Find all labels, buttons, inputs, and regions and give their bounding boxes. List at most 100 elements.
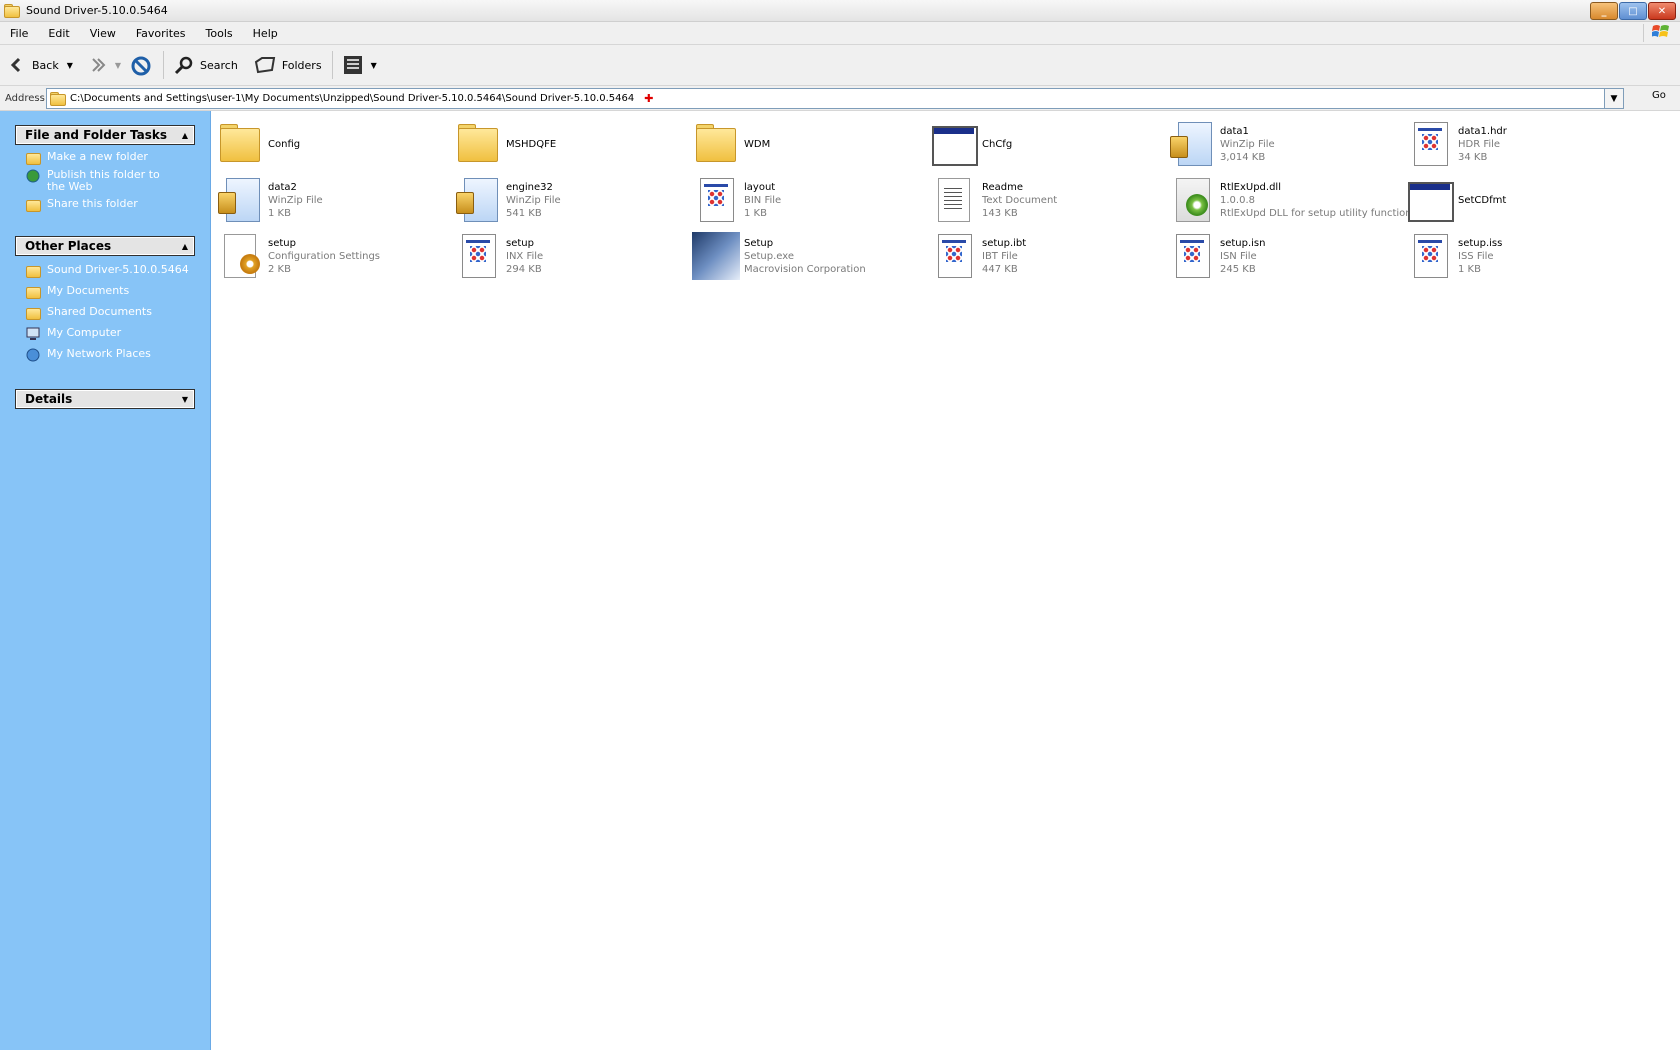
folders-label: Folders	[281, 58, 322, 72]
file-type: WinZip File	[1220, 138, 1275, 150]
place-my-network[interactable]: My Network Places	[26, 348, 210, 362]
file-text: Config	[268, 138, 300, 151]
new-folder-icon	[26, 151, 41, 165]
menu-favorites[interactable]: Favorites	[126, 27, 196, 40]
file-folder-tasks-header[interactable]: File and Folder Tasks ▲	[15, 125, 195, 145]
views-button[interactable]: ▼	[339, 50, 381, 80]
menu-view[interactable]: View	[80, 27, 126, 40]
expand-icon[interactable]: ▼	[182, 395, 188, 404]
file-item[interactable]: RtlExUpd.dll 1.0.0.8 RtlExUpd DLL for setu…	[1168, 172, 1412, 228]
file-name: engine32	[506, 181, 553, 193]
file-item[interactable]: WDM	[692, 116, 930, 172]
close-button[interactable]: ✕	[1648, 2, 1676, 20]
file-folder-tasks-list: Make a new folder Publish this folder to…	[0, 145, 210, 222]
place-shared-documents[interactable]: Shared Documents	[26, 306, 210, 320]
generic-file-icon	[1168, 232, 1216, 280]
menu-tools[interactable]: Tools	[196, 27, 243, 40]
place-my-computer[interactable]: My Computer	[26, 327, 210, 340]
task-make-new-folder[interactable]: Make a new folder	[26, 150, 210, 165]
folder-icon	[26, 285, 41, 299]
file-item[interactable]: setup Configuration Settings 2 KB	[216, 228, 454, 284]
file-size: 3,014 KB	[1220, 151, 1266, 163]
file-item[interactable]: data1.hdr HDR File 34 KB	[1406, 116, 1644, 172]
file-item[interactable]: SetCDfmt	[1406, 172, 1644, 228]
up-folder-icon	[131, 56, 151, 76]
globe-icon	[26, 169, 40, 183]
file-name: SetCDfmt	[1458, 194, 1507, 206]
file-name: data1.hdr	[1458, 125, 1507, 137]
title-bar[interactable]: Sound Driver-5.10.0.5464 _ □ ✕	[0, 0, 1680, 22]
file-item[interactable]: data2 WinZip File 1 KB	[216, 172, 454, 228]
menu-file[interactable]: File	[0, 27, 38, 40]
file-item[interactable]: ChCfg	[930, 116, 1168, 172]
winzip-file-icon	[454, 176, 502, 224]
other-places-header[interactable]: Other Places ▲	[15, 236, 195, 256]
collapse-icon[interactable]: ▲	[182, 131, 188, 140]
file-item[interactable]: data1 WinZip File 3,014 KB	[1168, 116, 1406, 172]
application-icon	[930, 120, 978, 168]
file-name: setup	[268, 237, 296, 249]
address-input[interactable]: C:\Documents and Settings\user-1\My Docu…	[46, 88, 1624, 109]
file-item[interactable]: setup.ibt IBT File 447 KB	[930, 228, 1168, 284]
forward-dropdown-icon[interactable]: ▼	[115, 61, 121, 70]
folder-icon	[216, 120, 264, 168]
go-button[interactable]: Go	[1652, 90, 1666, 101]
task-label: Make a new folder	[47, 150, 148, 163]
task-label: Share this folder	[47, 197, 138, 210]
file-name: WDM	[744, 138, 771, 150]
forward-button[interactable]: ▼	[85, 50, 125, 80]
place-label: My Documents	[47, 284, 130, 297]
file-size: 143 KB	[982, 207, 1018, 219]
place-my-documents[interactable]: My Documents	[26, 284, 210, 299]
file-item[interactable]: setup.iss ISS File 1 KB	[1406, 228, 1644, 284]
file-name: ChCfg	[982, 138, 1013, 150]
search-button[interactable]: Search	[170, 50, 242, 80]
up-folder-button[interactable]	[125, 50, 157, 80]
file-item[interactable]: MSHDQFE	[454, 116, 692, 172]
file-name: setup.isn	[1220, 237, 1266, 249]
file-item[interactable]: Readme Text Document 143 KB	[930, 172, 1168, 228]
panel-title: Other Places	[25, 239, 112, 253]
file-name: setup.ibt	[982, 237, 1027, 249]
views-list-icon	[343, 56, 362, 74]
file-item[interactable]: engine32 WinZip File 541 KB	[454, 172, 692, 228]
file-text: setup.ibt IBT File 447 KB	[982, 237, 1026, 276]
file-type: BIN File	[744, 194, 782, 206]
address-dropdown-icon[interactable]: ▼	[1604, 89, 1623, 108]
views-dropdown-icon[interactable]: ▼	[371, 61, 377, 70]
file-size: 294 KB	[506, 263, 542, 275]
task-publish-folder[interactable]: Publish this folder to the Web	[26, 169, 210, 193]
minimize-button[interactable]: _	[1590, 2, 1618, 20]
generic-file-icon	[1406, 120, 1454, 168]
file-item[interactable]: setup INX File 294 KB	[454, 228, 692, 284]
task-share-folder[interactable]: Share this folder	[26, 197, 210, 212]
toolbar-separator	[331, 51, 333, 79]
file-type: Configuration Settings	[268, 250, 381, 262]
back-button[interactable]: Back ▼	[4, 50, 77, 80]
file-list-view[interactable]: Config MSHDQFE WDM ChCfg data1 WinZip File 3,0…	[211, 111, 1680, 1050]
folders-button[interactable]: Folders	[250, 50, 326, 80]
file-item[interactable]: Setup Setup.exe Macrovision Corporation	[692, 228, 930, 284]
address-bar: Address C:\Documents and Settings\user-1…	[0, 86, 1680, 111]
folder-icon	[692, 120, 740, 168]
file-name: Config	[268, 138, 301, 150]
file-name: layout	[744, 181, 776, 193]
collapse-icon[interactable]: ▲	[182, 242, 188, 251]
menu-help[interactable]: Help	[243, 27, 288, 40]
file-type: 1.0.0.8	[1220, 194, 1255, 206]
folders-icon	[254, 57, 276, 74]
file-text: data2 WinZip File 1 KB	[268, 181, 323, 220]
details-header[interactable]: Details ▼	[15, 389, 195, 409]
file-item[interactable]: Config	[216, 116, 454, 172]
file-size: Macrovision Corporation	[744, 263, 866, 275]
back-dropdown-icon[interactable]: ▼	[67, 61, 73, 70]
file-item[interactable]: layout BIN File 1 KB	[692, 172, 930, 228]
winzip-file-icon	[1168, 120, 1216, 168]
menu-edit[interactable]: Edit	[38, 27, 79, 40]
file-item[interactable]: setup.isn ISN File 245 KB	[1168, 228, 1406, 284]
place-sound-driver[interactable]: Sound Driver-5.10.0.5464	[26, 264, 210, 278]
maximize-button[interactable]: □	[1619, 2, 1647, 20]
other-places-list: Sound Driver-5.10.0.5464 My Documents Sh…	[0, 256, 210, 375]
file-type: WinZip File	[268, 194, 323, 206]
file-text: setup.iss ISS File 1 KB	[1458, 237, 1502, 276]
